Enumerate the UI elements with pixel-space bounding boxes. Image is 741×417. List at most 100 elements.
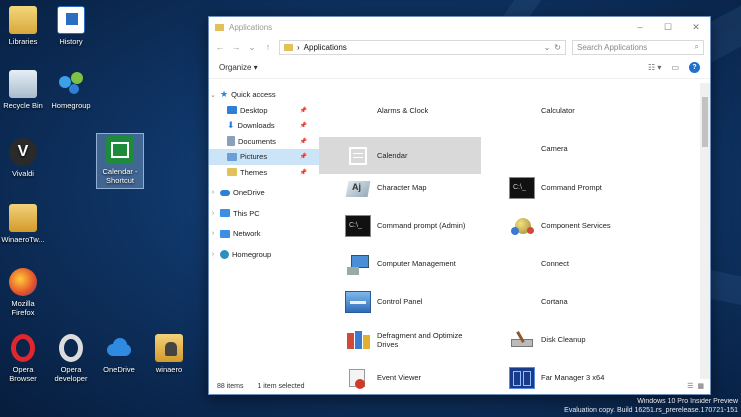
nav-item-pictures[interactable]: Pictures 📌 [209,149,319,165]
homegroup-icon [57,70,85,98]
component-services-icon [509,215,535,237]
list-item-calculator[interactable]: Calculator [483,92,645,129]
list-item-alarms-clock[interactable]: Alarms & Clock [319,92,481,129]
desktop-icon-libraries[interactable]: Libraries [0,6,46,46]
large-icons-view-icon[interactable]: ▦ [697,382,704,390]
nav-item-desktop[interactable]: Desktop 📌 [209,103,319,119]
calendar-icon [345,145,371,167]
list-item-disk-cleanup[interactable]: Disk Cleanup [483,321,645,358]
folder-icon [227,168,237,177]
path-separator: › [297,42,300,52]
organize-button[interactable]: Organize ▾ [219,63,258,72]
maximize-button[interactable]: ☐ [654,22,682,33]
recycle-bin-icon [9,70,37,98]
character-map-icon: Aj [345,177,371,199]
nav-quick-access[interactable]: ⌄ ★ Quick access [209,87,319,103]
vertical-scrollbar[interactable] [700,83,710,379]
onedrive-icon [105,334,133,362]
list-item-computer-management[interactable]: Computer Management [319,245,481,282]
desktop-icon-onedrive[interactable]: OneDrive [96,334,142,374]
details-view-icon[interactable]: ☰ [687,382,693,390]
nav-item-themes[interactable]: Themes 📌 [209,165,319,181]
list-item-character-map[interactable]: Aj Character Map [319,169,481,206]
disk-cleanup-icon [509,329,535,351]
nav-item-documents[interactable]: Documents 📌 [209,134,319,150]
desktop-icon-winaero-folder[interactable]: winaero [146,334,192,374]
nav-homegroup[interactable]: › Homegroup [209,247,319,263]
onedrive-icon [220,189,230,196]
winaero-tweaker-icon [9,204,37,232]
app-icon [509,100,535,122]
path-segment[interactable]: Applications [304,43,347,52]
address-bar[interactable]: › Applications ⌄ ↻ [279,39,566,55]
preview-pane-icon[interactable]: ▭ [671,63,679,72]
forward-arrow-icon[interactable]: → [231,42,241,52]
list-item-component-services[interactable]: Component Services [483,207,645,244]
title-bar: Applications – ☐ ✕ [209,17,710,37]
refresh-icon[interactable]: ↻ [554,43,561,52]
search-icon: ⌕ [694,42,699,51]
search-input[interactable]: Search Applications ⌕ [572,39,704,55]
desktop-icon-history[interactable]: History [48,6,94,46]
command-prompt-icon: C:\_ [509,176,535,199]
app-icon [509,253,535,275]
close-button[interactable]: ✕ [682,22,710,33]
minimize-button[interactable]: – [626,22,654,32]
scrollbar-thumb[interactable] [702,97,708,147]
desktop-icon-winaerotweaker[interactable]: WinaeroTw... [0,204,46,244]
desktop-icon-opera-browser[interactable]: Opera Browser [0,334,46,383]
explorer-window: Applications – ☐ ✕ ← → ⌄ ↑ › Application… [208,16,711,395]
star-icon: ★ [220,89,229,100]
window-title: Applications [229,22,273,32]
expand-arrow-icon[interactable]: › [209,230,217,237]
calendar-icon [106,136,134,164]
list-item-command-prompt-admin[interactable]: C:\_ Command prompt (Admin) [319,207,481,244]
desktop-icon-opera-developer[interactable]: Opera developer [48,334,94,383]
navigation-pane: ⌄ ★ Quick access Desktop 📌 ⬇ Downloads 📌… [209,87,319,377]
app-icon [509,138,535,160]
chevron-down-icon[interactable]: ⌄ [544,43,551,52]
desktop-icon-vivaldi[interactable]: V Vivaldi [0,138,46,178]
file-list: Alarms & Clock Calculator Calendar Camer… [319,83,699,389]
up-arrow-icon[interactable]: ↑ [263,42,273,52]
desktop-icon-recycle-bin[interactable]: Recycle Bin [0,70,46,110]
vivaldi-icon: V [9,138,37,166]
dropdown-chevron-icon[interactable]: ⌄ [247,42,257,53]
pin-icon: 📌 [299,154,307,161]
change-view-icon[interactable]: ☷ ▾ [648,63,661,72]
app-icon [345,100,371,122]
desktop-icon-firefox[interactable]: Mozilla Firefox [0,268,46,317]
desktop-icon-calendar-shortcut[interactable]: Calendar - Shortcut [96,133,144,189]
homegroup-icon [220,249,229,259]
opera-icon [11,334,35,362]
defragment-icon [345,329,371,351]
item-count: 88 items [217,382,244,390]
folder-icon [215,23,224,31]
history-icon [57,6,85,34]
firefox-icon [9,268,37,296]
expand-arrow-icon[interactable]: › [209,251,217,258]
list-item-connect[interactable]: Connect [483,245,645,282]
expand-arrow-icon[interactable]: ⌄ [209,91,217,99]
nav-onedrive[interactable]: › OneDrive [209,185,319,201]
pin-icon: 📌 [299,138,307,145]
computer-icon [220,209,230,218]
back-arrow-icon[interactable]: ← [215,42,225,52]
expand-arrow-icon[interactable]: › [209,210,217,217]
desktop-icon-homegroup[interactable]: Homegroup [48,70,94,110]
app-icon [509,291,535,313]
pin-icon: 📌 [299,123,307,130]
list-item-cortana[interactable]: Cortana [483,283,645,320]
list-item-camera[interactable]: Camera [483,130,645,167]
list-item-command-prompt[interactable]: C:\_ Command Prompt [483,169,645,206]
nav-this-pc[interactable]: › This PC [209,206,319,222]
expand-arrow-icon[interactable]: › [209,189,217,196]
command-prompt-admin-icon: C:\_ [345,214,371,237]
nav-item-downloads[interactable]: ⬇ Downloads 📌 [209,118,319,134]
help-icon[interactable]: ? [689,62,700,73]
nav-network[interactable]: › Network [209,226,319,242]
list-item-control-panel[interactable]: Control Panel [319,283,481,320]
download-icon: ⬇ [227,120,235,131]
folder-icon [155,334,183,362]
list-item-defragment[interactable]: Defragment and Optimize Drives [319,321,481,358]
